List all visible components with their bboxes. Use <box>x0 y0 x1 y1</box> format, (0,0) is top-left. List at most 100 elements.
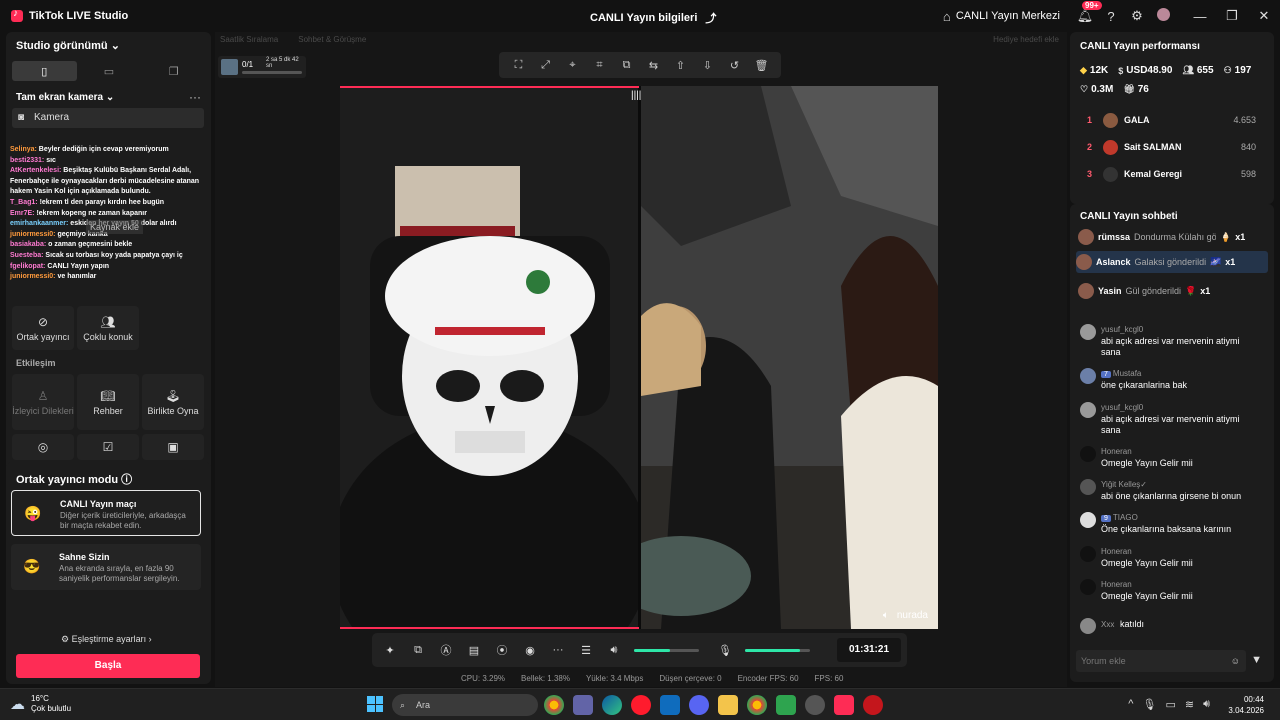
book-icon: 📖︎ <box>100 388 116 403</box>
start-button[interactable]: Başla <box>16 654 200 678</box>
gifter-row[interactable]: 1 GALA 4.653 <box>1080 112 1264 139</box>
mail-icon[interactable] <box>660 695 680 715</box>
scene-dropdown[interactable]: Tam ekran kamera ⌄ <box>16 92 114 103</box>
chevron-up-icon[interactable]: ^ <box>1128 698 1133 711</box>
chrome-profile-icon[interactable] <box>747 695 767 715</box>
edge-icon[interactable] <box>602 695 622 715</box>
help-icon[interactable]: ? <box>1098 9 1124 24</box>
close-button[interactable]: ✕ <box>1248 8 1280 24</box>
host-image <box>340 86 650 629</box>
overlay-chat-text: sıc <box>44 156 56 164</box>
source-item-camera[interactable]: ◙ Kamera <box>12 108 204 128</box>
record-icon[interactable]: ⦿ <box>490 642 514 658</box>
live-preview[interactable]: |||| 🔈︎ nurada <box>340 86 938 629</box>
emoji-icon[interactable]: ☺ <box>1231 650 1240 672</box>
cohost-button[interactable]: ⊘ Ortak yayıncı <box>12 306 74 350</box>
layer-up-icon[interactable]: ⇧ <box>671 59 691 72</box>
rotate-icon[interactable]: ↺ <box>725 59 745 72</box>
copy-icon[interactable]: ⧉ <box>617 59 637 72</box>
display-icon[interactable]: ▭ <box>1165 698 1175 711</box>
start-button[interactable] <box>367 696 383 712</box>
gift-goal-widget[interactable]: 0/1 2 sa 5 dk 42 sn <box>218 56 306 78</box>
wifi-icon[interactable]: ≋ <box>1185 698 1194 711</box>
checklist-tool-button[interactable]: ☑ <box>77 434 139 460</box>
youtube-icon[interactable] <box>863 695 883 715</box>
portrait-button[interactable]: ▯ <box>12 61 77 81</box>
discord-icon[interactable] <box>689 695 709 715</box>
comment-user: 7 Mustafa <box>1101 369 1141 378</box>
expand-icon[interactable]: ⤢ <box>536 59 556 72</box>
layer-down-icon[interactable]: ⇩ <box>698 59 718 72</box>
tiktok-live-studio-icon[interactable] <box>834 695 854 715</box>
magic-wand-icon[interactable]: ✦ <box>378 644 402 657</box>
volume-icon[interactable]: 🔊︎ <box>602 644 626 657</box>
settings-sliders-icon[interactable]: ☰ <box>574 644 598 657</box>
guide-button[interactable]: 📖︎ Rehber <box>77 374 139 430</box>
play-together-button[interactable]: 🕹︎ Birlikte Oyna <box>142 374 204 430</box>
info-icon[interactable]: ⓘ <box>121 474 132 486</box>
gifter-name: Sait SALMAN <box>1124 142 1182 152</box>
comment-input[interactable]: Yorum ekle ☺ <box>1076 650 1246 672</box>
gear-icon[interactable]: ⚙ <box>1124 8 1150 24</box>
folder-icon[interactable] <box>718 695 738 715</box>
clock[interactable]: 00:44 3.04.2026 <box>1228 694 1264 716</box>
minimize-button[interactable]: — <box>1184 9 1216 24</box>
match-settings-link[interactable]: ⚙ Eşleştirme ayarları › <box>61 634 152 645</box>
volume-slider[interactable] <box>634 648 699 652</box>
landscape-button[interactable]: ▭ <box>77 61 142 81</box>
send-icon[interactable]: ▼ <box>1251 654 1262 666</box>
ai-icon[interactable]: Ⓐ <box>434 642 458 658</box>
avatar[interactable] <box>1150 8 1176 24</box>
microphone-icon[interactable]: 🎙︎ <box>1142 698 1156 711</box>
gift-message[interactable]: rümssaDondurma Külahı gönd🍦x1 <box>1078 226 1270 248</box>
stage-card[interactable]: 😎 Sahne Sizin Ana ekranda sırayla, en fa… <box>11 544 201 590</box>
speaker-icon[interactable]: 🔊︎ <box>1203 698 1210 711</box>
camera-effects-icon[interactable]: ◉ <box>518 644 542 657</box>
tab-chat-call[interactable]: Sohbet & Görüşme <box>298 35 366 44</box>
trash-icon[interactable]: 🗑︎ <box>752 59 772 72</box>
add-source-button[interactable]: Kaynak ekle <box>86 220 144 234</box>
tab-hourly-ranking[interactable]: Saatlik Sıralama <box>220 35 278 44</box>
live-match-card[interactable]: 😜 CANLI Yayın maçı Diğer içerik üreticil… <box>11 490 201 536</box>
box-tool-button[interactable]: ▣ <box>142 434 204 460</box>
gift-user: rümssa <box>1098 232 1131 242</box>
performance-title: CANLI Yayın performansı <box>1080 41 1200 52</box>
microphone-icon[interactable]: 🎙︎ <box>713 644 737 657</box>
mic-slider[interactable] <box>745 648 810 652</box>
screen-share-icon[interactable]: ⧉ <box>406 644 430 657</box>
flip-icon[interactable]: ⇆ <box>644 59 664 72</box>
app-icon[interactable] <box>776 695 796 715</box>
steam-icon[interactable] <box>805 695 825 715</box>
guest-camera-feed <box>611 86 938 629</box>
opera-icon[interactable] <box>631 695 651 715</box>
split-button[interactable]: ❐ <box>141 61 206 81</box>
teams-icon[interactable] <box>573 695 593 715</box>
gift-message[interactable]: Aslanck Galaksi gönderildi 🌌 x1 <box>1076 251 1268 273</box>
maximize-button[interactable]: ❐ <box>1216 8 1248 24</box>
taskbar-search[interactable]: ⌕ Ara <box>392 694 538 716</box>
more-icon[interactable]: ··· <box>546 644 570 656</box>
crop-icon[interactable]: ⌗ <box>590 59 610 72</box>
multi-guest-button[interactable]: 👥︎ Çoklu konuk <box>77 306 139 350</box>
weather-widget[interactable]: ☁ 16°C Çok bulutlu <box>10 694 71 714</box>
comment-user: Honeran <box>1101 447 1132 456</box>
gifter-row[interactable]: 3 Kemal Geregi 598 <box>1080 166 1264 193</box>
viewer-wishes-button[interactable]: ♙ İzleyici Dilekleri <box>12 374 74 430</box>
studio-view-dropdown[interactable]: Studio görünümü ⌄ <box>16 39 120 52</box>
more-icon[interactable]: ··· <box>189 90 201 104</box>
likes-metric: ♡ 0.3M <box>1080 84 1114 95</box>
live-info-button[interactable]: CANLI Yayın bilgileri ⤴ <box>590 10 716 26</box>
gift-message[interactable]: Yasin Gül gönderildi 🌹 x1 <box>1078 280 1270 302</box>
goal-tool-button[interactable]: ◎ <box>12 434 74 460</box>
gifter-row[interactable]: 2 Sait SALMAN 840 <box>1080 139 1264 166</box>
caption-icon[interactable]: ▤ <box>462 644 486 657</box>
fit-icon[interactable]: ⛶ <box>509 59 529 72</box>
center-icon[interactable]: ⌖ <box>563 59 583 72</box>
add-gift-goal[interactable]: Hediye hedefi ekle <box>993 35 1059 44</box>
bell-icon[interactable]: 🔔︎ 99+ <box>1072 1 1102 24</box>
camera-icon: ◙ <box>18 112 25 123</box>
layout-icon: ❐ <box>168 65 179 78</box>
split-divider[interactable] <box>638 86 641 629</box>
chrome-icon[interactable] <box>544 695 564 715</box>
live-center-button[interactable]: CANLI Yayın Merkezi <box>956 10 1060 22</box>
